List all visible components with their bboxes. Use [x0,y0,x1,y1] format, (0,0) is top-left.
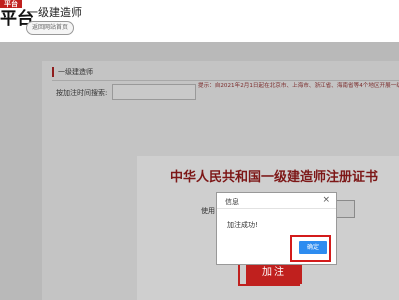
certificate-title: 中华人民共和国一级建造师注册证书 [170,170,379,185]
section-title: 一级建造师 [52,67,93,77]
brand-tag: 平台 [0,0,22,8]
dialog-message: 加注成功! [227,221,258,229]
header-bar: 平台 平台 一级建造师 返回网站首页 [0,0,399,42]
certificate-field-input[interactable] [335,200,355,218]
dialog-title: 信息 [225,198,239,206]
page-title: 一级建造师 [27,6,82,19]
search-date-input[interactable] [112,84,196,100]
search-label: 按加注时间搜索: [56,89,108,97]
confirm-button-highlight [290,235,331,262]
section-divider [52,80,399,81]
back-home-button[interactable]: 返回网站首页 [26,21,74,35]
certificate-field-label: 使用 [201,207,215,215]
close-icon[interactable]: × [322,196,330,205]
dialog-divider [217,208,336,209]
notice-text: 提示：自2021年2月1日起在北京市、上海市、浙江省、海南省等4个地区开展一级建… [198,83,399,89]
